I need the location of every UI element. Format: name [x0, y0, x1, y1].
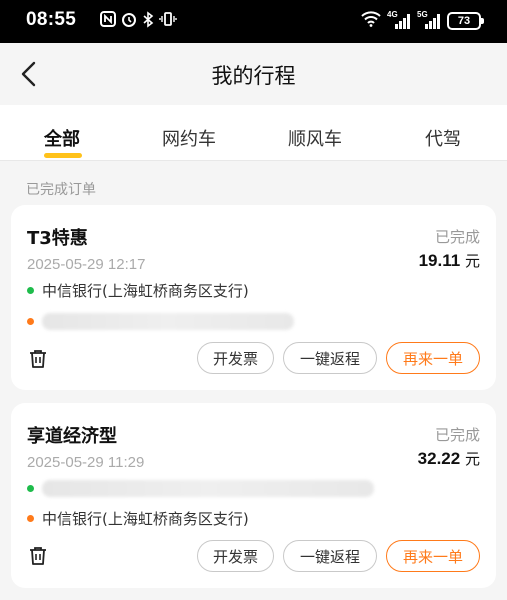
trash-icon: [30, 547, 46, 565]
pickup-row: 中信银行(上海虹桥商务区支行): [27, 280, 249, 300]
tab-designated-driver[interactable]: 代驾: [425, 125, 461, 151]
tab-ride-hailing[interactable]: 网约车: [162, 125, 216, 151]
redacted-location: [42, 479, 374, 497]
dropoff-row: 中信银行(上海虹桥商务区支行): [27, 508, 249, 528]
dropoff-location: 中信银行(上海虹桥商务区支行): [42, 509, 249, 528]
return-trip-button[interactable]: 一键返程: [283, 540, 377, 572]
alarm-icon: [121, 11, 137, 31]
price-unit: 元: [464, 252, 480, 270]
invoice-button[interactable]: 开发票: [197, 342, 274, 374]
pickup-dot: [27, 286, 34, 294]
vibrate-icon: [159, 11, 177, 31]
status-time: 08:55: [26, 9, 77, 30]
nfc-icon: [100, 11, 116, 31]
tab-bar: 全部 网约车 顺风车 代驾: [0, 105, 507, 161]
page-title: 我的行程: [211, 64, 296, 88]
pickup-location: 中信银行(上海虹桥商务区支行): [42, 281, 249, 300]
service-name: T3特惠: [27, 228, 88, 249]
order-price: 32.22 元: [418, 448, 480, 469]
order-card[interactable]: 享道经济型 已完成 2025-05-29 11:29 32.22 元 中信银行(…: [11, 403, 496, 588]
order-time: 2025-05-29 11:29: [27, 454, 145, 471]
price-value: 32.22: [417, 449, 461, 468]
signal-4g-icon: 4G: [387, 10, 411, 30]
order-status: 已完成: [434, 426, 480, 444]
order-status: 已完成: [434, 228, 480, 246]
return-trip-button[interactable]: 一键返程: [283, 342, 377, 374]
battery-icon: 73: [447, 12, 484, 30]
battery-level: 73: [457, 15, 471, 27]
order-price: 19.11 元: [419, 250, 480, 271]
order-card[interactable]: T3特惠 已完成 2025-05-29 12:17 19.11 元 中信银行(上…: [11, 205, 496, 390]
tab-carpool[interactable]: 顺风车: [288, 125, 342, 151]
order-time: 2025-05-29 12:17: [27, 256, 146, 273]
signal-5g-icon: 5G: [417, 10, 441, 30]
active-tab-indicator: [44, 153, 82, 158]
pickup-dot: [27, 484, 34, 492]
tab-all[interactable]: 全部: [44, 125, 80, 151]
dropoff-row: [27, 311, 294, 331]
bluetooth-icon: [142, 10, 154, 32]
header: 我的行程: [0, 43, 507, 105]
wifi-icon: [361, 11, 381, 31]
pickup-row: [27, 478, 374, 498]
status-right-icons: 4G 5G 73: [361, 10, 484, 31]
status-left-icons: [100, 10, 177, 32]
dropoff-dot: [27, 317, 34, 325]
price-value: 19.11: [418, 251, 461, 270]
reorder-button[interactable]: 再来一单: [386, 342, 480, 374]
reorder-button[interactable]: 再来一单: [386, 540, 480, 572]
delete-button[interactable]: [27, 347, 49, 371]
service-name: 享道经济型: [27, 426, 117, 447]
status-bar: 08:55 4G 5G 73: [0, 0, 507, 43]
delete-button[interactable]: [27, 544, 49, 568]
section-label: 已完成订单: [26, 182, 96, 198]
trash-icon: [30, 350, 46, 368]
redacted-location: [42, 312, 294, 330]
price-unit: 元: [464, 450, 480, 468]
dropoff-dot: [27, 514, 34, 522]
invoice-button[interactable]: 开发票: [197, 540, 274, 572]
